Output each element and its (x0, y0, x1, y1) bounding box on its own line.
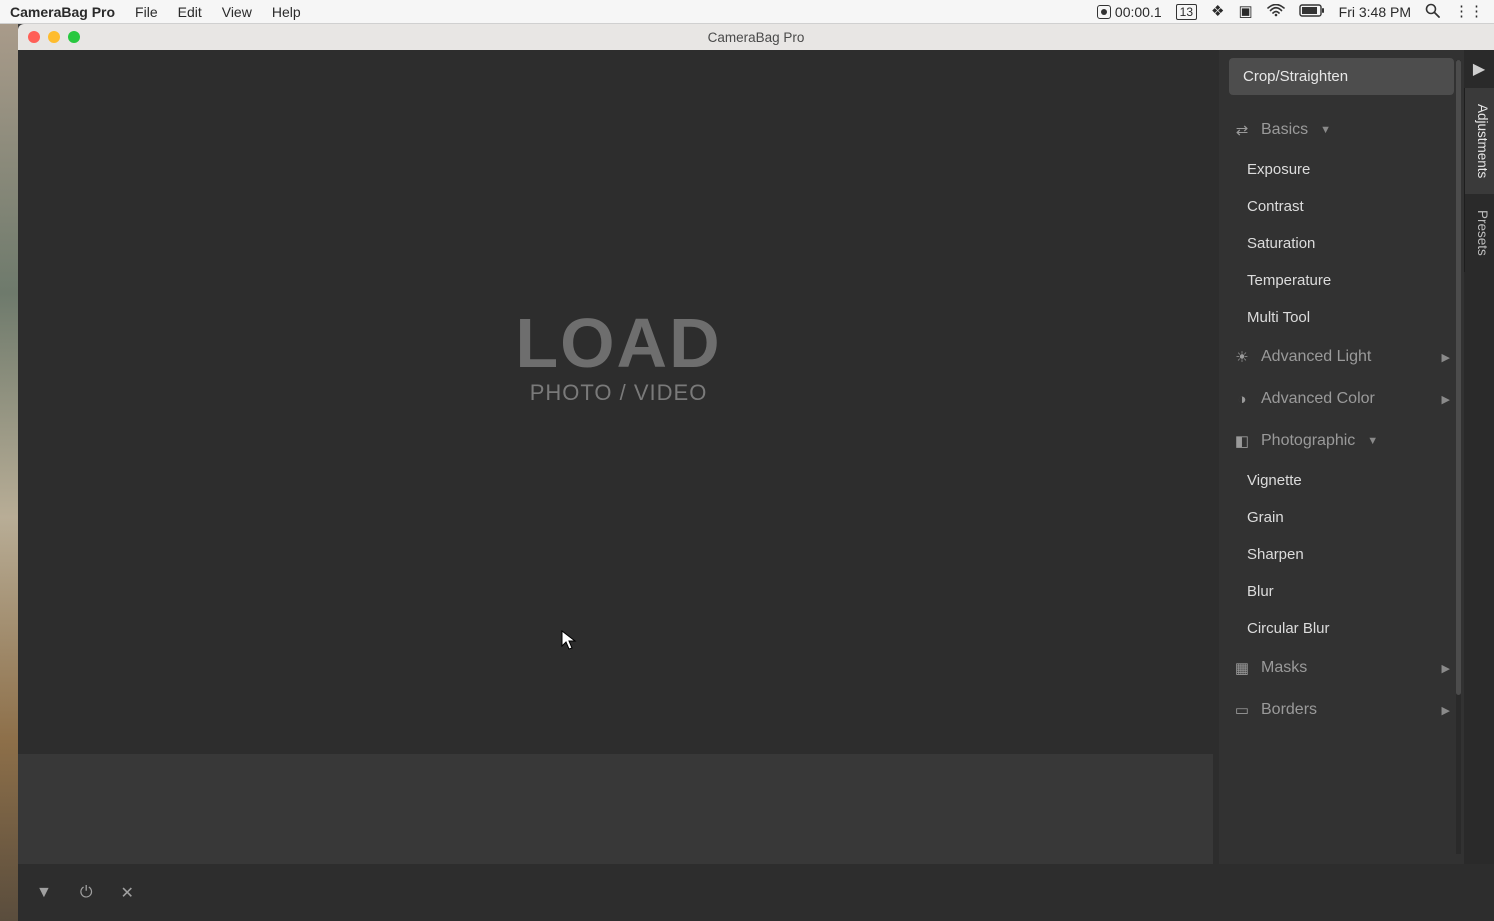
section-head-basics[interactable]: ⇄ Basics ▼ (1219, 109, 1464, 151)
dropbox-icon[interactable]: ❖ (1211, 4, 1224, 19)
mac-menubar: CameraBag Pro File Edit View Help 00:00.… (0, 0, 1494, 24)
adjust-item-multi-tool[interactable]: Multi Tool (1219, 299, 1464, 336)
window-title: CameraBag Pro (18, 30, 1494, 45)
palette-icon: ◑ (1233, 391, 1251, 408)
load-label-main: LOAD (515, 308, 721, 378)
chevron-right-icon: ▶ (1442, 393, 1450, 406)
camera-icon: ◧ (1233, 432, 1251, 450)
adjust-item-blur[interactable]: Blur (1219, 573, 1464, 610)
zoom-window-button[interactable] (68, 31, 80, 43)
mouse-cursor-icon (561, 630, 577, 657)
section-label: Photographic (1261, 432, 1355, 450)
status-footer: ▼ ⏻ ✕ (18, 864, 1494, 921)
menubar-clock[interactable]: Fri 3:48 PM (1339, 4, 1411, 20)
tab-adjustments[interactable]: Adjustments (1464, 88, 1494, 194)
menu-edit[interactable]: Edit (178, 4, 202, 20)
crop-straighten-button[interactable]: Crop/Straighten (1229, 58, 1454, 95)
battery-icon[interactable] (1299, 4, 1325, 20)
side-tab-rail: ▶ Adjustments Presets (1464, 50, 1494, 864)
window-titlebar[interactable]: CameraBag Pro (18, 24, 1494, 50)
section-label: Advanced Color (1261, 390, 1375, 408)
wifi-icon[interactable] (1267, 4, 1285, 20)
desktop-wallpaper-edge (0, 24, 18, 921)
section-head-advanced-color[interactable]: ◑ Advanced Color ▶ (1219, 378, 1464, 420)
section-head-borders[interactable]: ▭ Borders ▶ (1219, 689, 1464, 731)
adjust-item-vignette[interactable]: Vignette (1219, 462, 1464, 499)
adjust-item-grain[interactable]: Grain (1219, 499, 1464, 536)
section-label: Borders (1261, 701, 1317, 719)
footer-clear-button[interactable]: ✕ (121, 883, 134, 903)
chevron-right-icon: ▶ (1442, 662, 1450, 675)
sliders-icon: ⇄ (1233, 121, 1251, 139)
section-label: Advanced Light (1261, 348, 1371, 366)
airplay-icon[interactable]: ▣ (1238, 4, 1252, 19)
adjust-item-circular-blur[interactable]: Circular Blur (1219, 610, 1464, 647)
close-window-button[interactable] (28, 31, 40, 43)
adjust-item-temperature[interactable]: Temperature (1219, 262, 1464, 299)
section-label: Basics (1261, 121, 1308, 139)
menubar-appname[interactable]: CameraBag Pro (10, 4, 115, 20)
menu-extras-icon[interactable]: ⋮⋮ (1454, 4, 1484, 19)
tab-presets[interactable]: Presets (1464, 194, 1494, 272)
adjust-item-saturation[interactable]: Saturation (1219, 225, 1464, 262)
adjust-item-sharpen[interactable]: Sharpen (1219, 536, 1464, 573)
section-label: Masks (1261, 659, 1307, 677)
section-head-photographic[interactable]: ◧ Photographic ▼ (1219, 420, 1464, 462)
canvas-area[interactable]: LOAD PHOTO / VIDEO (18, 50, 1219, 754)
sun-icon: ☀ (1233, 348, 1251, 366)
app-window: CameraBag Pro LOAD PHOTO / VIDEO Crop/St… (18, 24, 1494, 864)
frame-icon: ▭ (1233, 701, 1251, 719)
chevron-down-icon: ▼ (1320, 124, 1331, 136)
checker-icon: ▦ (1233, 659, 1251, 677)
chevron-down-icon: ▼ (1367, 435, 1378, 447)
collapse-panel-button[interactable]: ▶ (1464, 50, 1494, 88)
adjust-item-exposure[interactable]: Exposure (1219, 151, 1464, 188)
adjust-item-contrast[interactable]: Contrast (1219, 188, 1464, 225)
scrollbar-thumb[interactable] (1456, 60, 1461, 695)
chevron-right-icon: ▶ (1442, 704, 1450, 717)
record-icon (1097, 5, 1111, 19)
load-placeholder[interactable]: LOAD PHOTO / VIDEO (515, 308, 721, 406)
traffic-lights (18, 31, 80, 43)
footer-power-button[interactable]: ⏻ (80, 884, 93, 902)
minimize-window-button[interactable] (48, 31, 60, 43)
record-time: 00:00.1 (1115, 4, 1162, 20)
tray-bar[interactable] (18, 754, 1213, 864)
menu-view[interactable]: View (222, 4, 252, 20)
footer-dropdown-button[interactable]: ▼ (36, 884, 52, 902)
section-head-advanced-light[interactable]: ☀ Advanced Light ▶ (1219, 336, 1464, 378)
section-head-masks[interactable]: ▦ Masks ▶ (1219, 647, 1464, 689)
menu-file[interactable]: File (135, 4, 158, 20)
screen-record-indicator[interactable]: 00:00.1 (1097, 4, 1162, 20)
load-label-sub: PHOTO / VIDEO (515, 380, 721, 406)
adjustments-sidebar: Crop/Straighten ⇄ Basics ▼ ExposureContrast… (1219, 50, 1464, 864)
spotlight-icon[interactable] (1425, 3, 1440, 21)
date-badge[interactable]: 13 (1176, 4, 1197, 20)
menu-help[interactable]: Help (272, 4, 301, 20)
chevron-right-icon: ▶ (1442, 351, 1450, 364)
